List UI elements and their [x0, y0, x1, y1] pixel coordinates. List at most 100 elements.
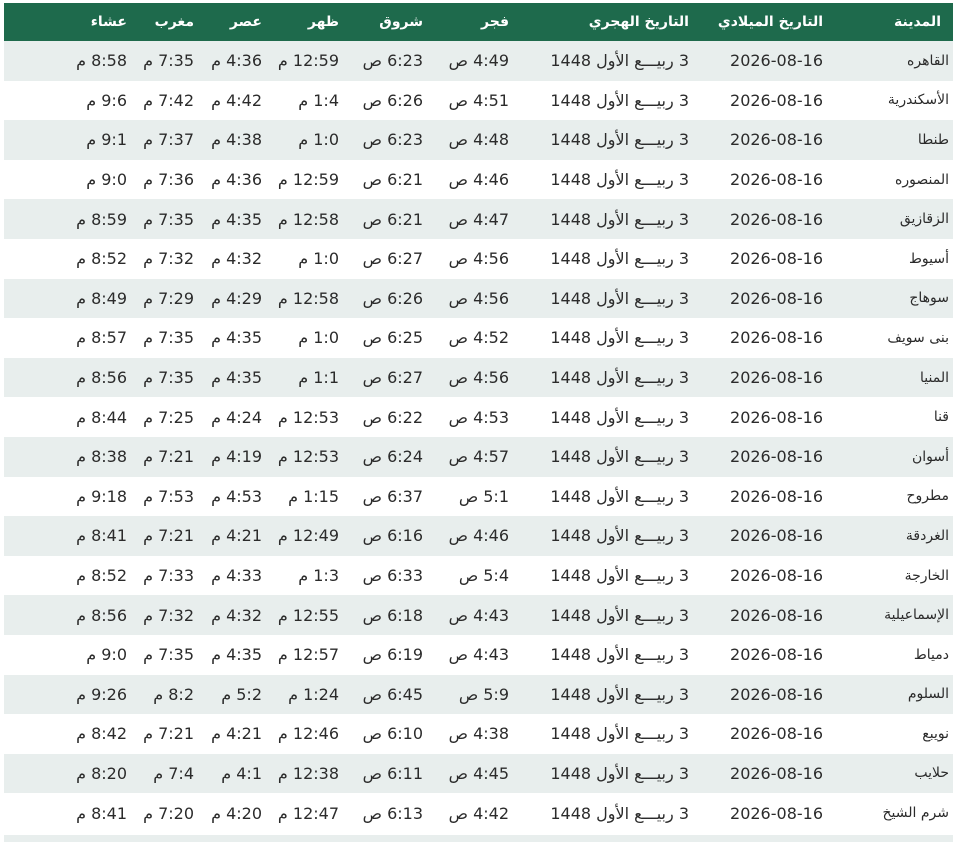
row-maghrib: 7:35 م: [143, 209, 194, 229]
row-gregorian-date: 2026-08-16: [730, 170, 823, 190]
row-asr: 4:53 م: [211, 486, 262, 506]
row-city: الخارجة: [904, 567, 949, 584]
row-asr: 4:35 م: [211, 209, 262, 229]
row-isha: 9:1 م: [86, 130, 127, 150]
row-asr: 5:2 م: [221, 684, 262, 704]
table-row: أسيوط 2026-08-16 3 ربيـــع الأول 1448 4:56 …: [4, 238, 953, 279]
row-maghrib: 7:36 م: [143, 170, 194, 190]
table-row: مطروح 2026-08-16 3 ربيـــع الأول 1448 5:1 ص…: [4, 476, 953, 517]
row-gregorian-date: 2026-08-16: [730, 645, 823, 665]
table-row: المنصوره 2026-08-16 3 ربيـــع الأول 1448 4:…: [4, 159, 953, 200]
row-hijri-date: 3 ربيـــع الأول 1448: [550, 51, 689, 71]
row-asr: 4:29 م: [211, 288, 262, 308]
row-hijri-date: 3 ربيـــع الأول 1448: [550, 130, 689, 150]
row-sunrise: 6:10 ص: [362, 724, 423, 744]
row-fajr: 4:51 ص: [448, 90, 509, 110]
table-row: حلايب 2026-08-16 3 ربيـــع الأول 1448 4:45 …: [4, 753, 953, 794]
row-maghrib: 7:53 م: [143, 486, 194, 506]
row-sunrise: 6:27 ص: [362, 249, 423, 269]
row-dhuhr: 12:55 م: [277, 605, 339, 625]
row-fajr: 4:56 ص: [448, 249, 509, 269]
row-isha: 9:0 م: [86, 170, 127, 190]
row-fajr: 4:56 ص: [448, 368, 509, 388]
row-isha: 9:6 م: [86, 90, 127, 110]
table-row: الأسكندرية 2026-08-16 3 ربيـــع الأول 1448…: [4, 80, 953, 121]
row-hijri-date: 3 ربيـــع الأول 1448: [550, 288, 689, 308]
row-hijri-date: 3 ربيـــع الأول 1448: [550, 486, 689, 506]
table-row: نويبع 2026-08-16 3 ربيـــع الأول 1448 4:38 …: [4, 714, 953, 754]
row-sunrise: 6:22 ص: [362, 407, 423, 427]
row-fajr: 4:52 ص: [448, 328, 509, 348]
row-hijri-date: 3 ربيـــع الأول 1448: [550, 684, 689, 704]
row-sunrise: 6:13 ص: [362, 803, 423, 823]
row-dhuhr: 12:58 م: [277, 288, 339, 308]
row-city: مطروح: [906, 488, 949, 505]
row-dhuhr: 1:1 م: [298, 368, 339, 388]
row-fajr: 4:43 ص: [448, 645, 509, 665]
row-asr: 4:33 م: [211, 566, 262, 586]
row-city: المنصوره: [895, 171, 949, 188]
row-sunrise: 6:33 ص: [362, 566, 423, 586]
row-isha: 8:44 م: [76, 407, 127, 427]
row-gregorian-date: 2026-08-16: [730, 803, 823, 823]
row-isha: 8:20 م: [76, 763, 127, 783]
header-sunrise: شروق: [379, 14, 423, 30]
table-body: القاهره 2026-08-16 3 ربيـــع الأول 1448 4:4…: [4, 41, 953, 833]
row-isha: 8:57 م: [76, 328, 127, 348]
row-city: دمياط: [913, 646, 949, 663]
row-gregorian-date: 2026-08-16: [730, 209, 823, 229]
row-hijri-date: 3 ربيـــع الأول 1448: [550, 724, 689, 744]
table-row: الخارجة 2026-08-16 3 ربيـــع الأول 1448 5:4…: [4, 555, 953, 596]
row-sunrise: 6:26 ص: [362, 90, 423, 110]
row-hijri-date: 3 ربيـــع الأول 1448: [550, 407, 689, 427]
header-dhuhr: ظهر: [307, 14, 339, 30]
row-isha: 9:0 م: [86, 645, 127, 665]
table-row: طنطا 2026-08-16 3 ربيـــع الأول 1448 4:48 ص…: [4, 120, 953, 160]
row-hijri-date: 3 ربيـــع الأول 1448: [550, 368, 689, 388]
row-gregorian-date: 2026-08-16: [730, 566, 823, 586]
row-asr: 4:1 م: [221, 763, 262, 783]
row-maghrib: 7:35 م: [143, 328, 194, 348]
row-sunrise: 6:18 ص: [362, 605, 423, 625]
row-hijri-date: 3 ربيـــع الأول 1448: [550, 566, 689, 586]
row-maghrib: 7:25 م: [143, 407, 194, 427]
row-city: أسوان: [911, 448, 949, 465]
row-isha: 8:52 م: [76, 249, 127, 269]
row-maghrib: 7:35 م: [143, 51, 194, 71]
row-asr: 4:24 م: [211, 407, 262, 427]
row-dhuhr: 12:38 م: [277, 763, 339, 783]
row-isha: 8:42 م: [76, 724, 127, 744]
header-isha: عشاء: [90, 14, 127, 30]
row-isha: 8:52 م: [76, 566, 127, 586]
row-dhuhr: 1:15 م: [288, 486, 339, 506]
row-city: بنى سويف: [887, 329, 949, 346]
row-sunrise: 6:21 ص: [362, 209, 423, 229]
row-asr: 4:36 م: [211, 51, 262, 71]
row-gregorian-date: 2026-08-16: [730, 447, 823, 467]
row-city: طنطا: [917, 131, 949, 148]
row-city: سوهاج: [909, 290, 949, 307]
row-fajr: 4:46 ص: [448, 170, 509, 190]
row-gregorian-date: 2026-08-16: [730, 486, 823, 506]
table-row: شرم الشيخ 2026-08-16 3 ربيـــع الأول 1448 4…: [4, 793, 953, 833]
row-sunrise: 6:45 ص: [362, 684, 423, 704]
row-fajr: 4:48 ص: [448, 130, 509, 150]
row-maghrib: 8:2 م: [153, 684, 194, 704]
row-dhuhr: 1:24 م: [288, 684, 339, 704]
row-isha: 9:18 م: [76, 486, 127, 506]
row-hijri-date: 3 ربيـــع الأول 1448: [550, 605, 689, 625]
row-dhuhr: 12:53 م: [277, 407, 339, 427]
row-maghrib: 7:21 م: [143, 526, 194, 546]
row-fajr: 4:47 ص: [448, 209, 509, 229]
table-header: المدينة التاريخ الميلادي التاريخ الهجري …: [4, 3, 953, 41]
row-asr: 4:35 م: [211, 645, 262, 665]
row-isha: 8:41 م: [76, 803, 127, 823]
row-maghrib: 7:35 م: [143, 645, 194, 665]
row-sunrise: 6:25 ص: [362, 328, 423, 348]
row-asr: 4:19 م: [211, 447, 262, 467]
row-dhuhr: 1:3 م: [298, 566, 339, 586]
row-city: المنيا: [920, 369, 949, 386]
table-row: القاهره 2026-08-16 3 ربيـــع الأول 1448 4:4…: [4, 41, 953, 81]
header-gregorian-date: التاريخ الميلادي: [717, 14, 823, 30]
page: المدينة التاريخ الميلادي التاريخ الهجري …: [0, 0, 953, 842]
